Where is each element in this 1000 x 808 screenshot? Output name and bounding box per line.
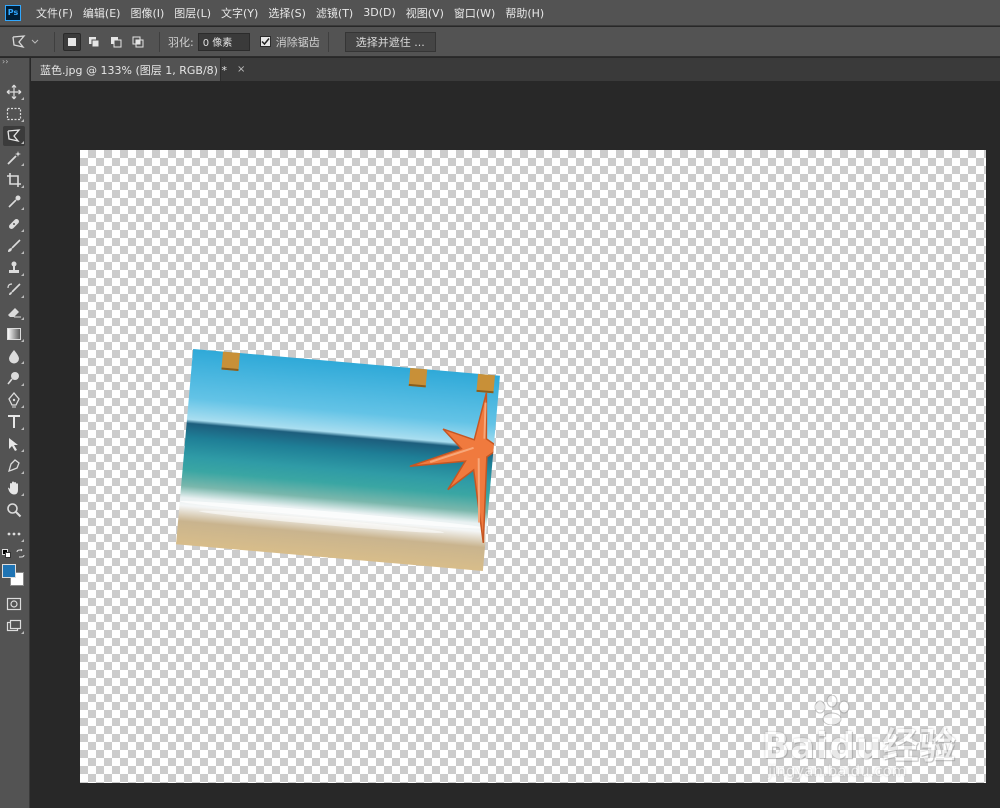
default-colors-icon[interactable] <box>2 549 11 558</box>
subtract-selection-icon <box>111 36 122 47</box>
custom-shape-icon <box>8 459 20 473</box>
screen-mode-button[interactable] <box>3 616 25 636</box>
watermark-url: jingyan.baidu.com <box>768 762 907 780</box>
brush-tool[interactable] <box>3 236 25 256</box>
swap-colors-icon[interactable] <box>16 549 25 558</box>
antialias-checkbox[interactable] <box>259 36 271 47</box>
text-icon <box>8 415 20 428</box>
starfish-icon <box>409 392 500 544</box>
eyedropper-icon <box>8 195 21 208</box>
new-selection-icon <box>68 37 76 46</box>
close-icon[interactable]: × <box>237 64 245 75</box>
options-bar: 羽化: 消除锯齿 选择并遮住 ... <box>0 27 1000 57</box>
beach-photo-layer[interactable] <box>176 348 500 572</box>
eyedropper-tool[interactable] <box>3 192 25 212</box>
dodge-tool[interactable] <box>3 368 25 388</box>
brush-icon <box>8 239 21 252</box>
menu-type[interactable]: 文字(Y) <box>216 0 263 26</box>
intersect-selection-icon <box>132 36 144 47</box>
feather-label: 羽化: <box>168 35 194 49</box>
history-brush-tool[interactable] <box>3 280 25 300</box>
chevron-down-icon <box>31 39 39 44</box>
shape-tool[interactable] <box>3 456 25 476</box>
document-tab-bar: 蓝色.jpg @ 133% (图层 1, RGB/8) * × <box>31 58 1000 81</box>
blur-tool[interactable] <box>3 346 25 366</box>
menu-3d[interactable]: 3D(D) <box>358 0 401 26</box>
crop-tool[interactable] <box>3 170 25 190</box>
pen-icon <box>8 392 20 408</box>
clip-decoration <box>221 349 241 371</box>
clip-decoration <box>476 371 496 394</box>
menu-image[interactable]: 图像(I) <box>125 0 169 26</box>
move-icon <box>6 84 22 100</box>
divider <box>159 31 160 52</box>
document-tab-title: 蓝色.jpg @ 133% (图层 1, RGB/8) * <box>40 63 227 77</box>
history-brush-icon <box>7 283 21 295</box>
tools-panel: ›› <box>0 58 30 808</box>
menu-view[interactable]: 视图(V) <box>401 0 449 26</box>
rectangular-marquee-icon <box>6 107 22 121</box>
arrow-pointer-icon <box>9 438 18 451</box>
select-and-mask-button[interactable]: 选择并遮住 ... <box>344 31 436 52</box>
zoom-icon <box>7 503 22 518</box>
type-tool[interactable] <box>3 412 25 432</box>
menu-edit[interactable]: 编辑(E) <box>78 0 126 26</box>
bandage-icon <box>9 219 19 229</box>
polygonal-lasso-icon <box>7 129 21 143</box>
baidu-watermark: Baidu经验 jingyan.baidu.com <box>762 695 982 790</box>
hand-tool[interactable] <box>3 478 25 498</box>
more-icon <box>7 532 21 536</box>
divider <box>54 31 55 52</box>
edit-toolbar-button[interactable] <box>3 524 25 544</box>
foreground-color-swatch[interactable] <box>2 564 16 578</box>
new-selection-button[interactable] <box>63 32 81 51</box>
document-tab[interactable]: 蓝色.jpg @ 133% (图层 1, RGB/8) * × <box>31 58 245 81</box>
clip-decoration <box>408 365 428 388</box>
gradient-icon <box>7 328 21 340</box>
move-tool[interactable] <box>3 82 25 102</box>
quick-mask-button[interactable] <box>3 594 25 614</box>
menu-select[interactable]: 选择(S) <box>263 0 311 26</box>
magic-wand-tool[interactable] <box>3 148 25 168</box>
water-drop-icon <box>9 350 19 364</box>
document-canvas[interactable] <box>80 150 986 783</box>
eraser-icon <box>8 308 21 318</box>
feather-input[interactable] <box>197 32 250 51</box>
polygonal-lasso-icon <box>12 34 26 48</box>
pen-tool[interactable] <box>3 390 25 410</box>
color-swatch-controls <box>2 548 28 560</box>
lasso-tool[interactable] <box>3 126 25 146</box>
marquee-tool[interactable] <box>3 104 25 124</box>
hand-icon <box>8 481 18 495</box>
antialias-label: 消除锯齿 <box>275 35 320 49</box>
menu-filter[interactable]: 滤镜(T) <box>311 0 358 26</box>
menu-window[interactable]: 窗口(W) <box>449 0 500 26</box>
menu-help[interactable]: 帮助(H) <box>500 0 549 26</box>
zoom-tool[interactable] <box>3 500 25 520</box>
menu-layer[interactable]: 图层(L) <box>169 0 216 26</box>
dodge-icon <box>7 372 19 385</box>
path-selection-tool[interactable] <box>3 434 25 454</box>
screen-mode-icon <box>6 619 22 632</box>
divider <box>327 31 329 52</box>
menu-file[interactable]: 文件(F) <box>31 0 78 26</box>
stamp-icon <box>9 261 19 273</box>
eraser-tool[interactable] <box>3 302 25 322</box>
add-to-selection-button[interactable] <box>85 33 103 51</box>
gradient-tool[interactable] <box>3 324 25 344</box>
intersect-selection-button[interactable] <box>129 33 147 51</box>
crop-icon <box>7 173 21 187</box>
checkmark-icon <box>261 38 270 46</box>
healing-brush-tool[interactable] <box>3 214 25 234</box>
subtract-from-selection-button[interactable] <box>107 33 125 51</box>
menu-bar: Ps 文件(F) 编辑(E) 图像(I) 图层(L) 文字(Y) 选择(S) 滤… <box>0 0 1000 26</box>
tool-preset-picker[interactable] <box>10 34 46 50</box>
magic-wand-icon <box>7 151 21 165</box>
add-selection-icon <box>89 36 100 47</box>
photoshop-logo-icon: Ps <box>5 4 21 21</box>
quick-mask-icon <box>6 597 22 611</box>
panel-collapse-icon[interactable]: ›› <box>0 58 29 66</box>
clone-stamp-tool[interactable] <box>3 258 25 278</box>
